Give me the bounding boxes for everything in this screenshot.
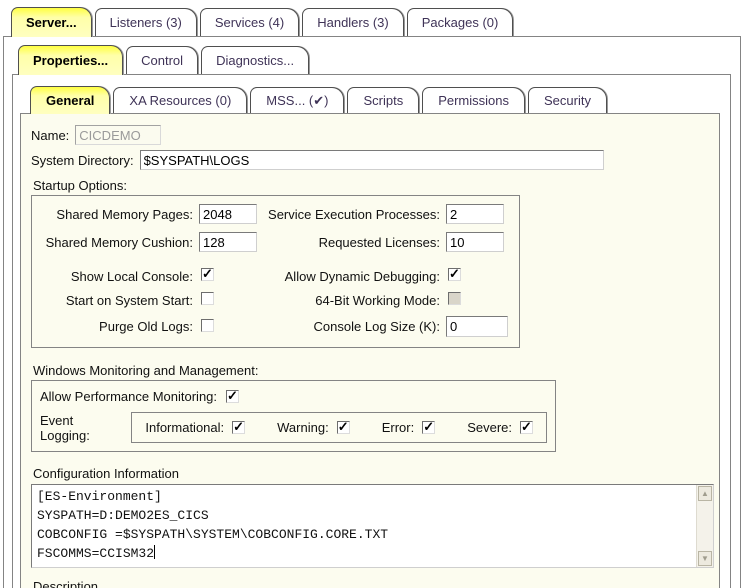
event-logging-group: Informational: ✓ Warning: ✓ Error: ✓ Sev…: [131, 412, 547, 443]
scroll-down-button[interactable]: ▼: [698, 551, 712, 566]
requested-licenses-input[interactable]: [446, 232, 504, 252]
shared-memory-pages-input[interactable]: [199, 204, 257, 224]
error-label: Error:: [382, 420, 415, 435]
allow-dynamic-debugging-checkbox[interactable]: ✓: [448, 268, 461, 281]
informational-item: Informational: ✓: [145, 420, 245, 435]
purge-old-logs-label: Purge Old Logs:: [34, 319, 199, 334]
console-log-size-input[interactable]: [446, 316, 508, 337]
show-local-console-label: Show Local Console:: [34, 269, 199, 284]
start-on-system-start-checkbox[interactable]: [201, 292, 214, 305]
startup-options-group: Shared Memory Pages: Service Execution P…: [31, 195, 520, 348]
monitoring-group: Allow Performance Monitoring: ✓ Event Lo…: [31, 380, 556, 452]
console-log-size-label: Console Log Size (K):: [261, 319, 446, 334]
general-tab-bar: General XA Resources (0) MSS... (✔) Scri…: [30, 86, 607, 114]
check-icon: ✓: [202, 266, 213, 282]
severe-item: Severe: ✓: [467, 420, 533, 435]
tab-permissions[interactable]: Permissions: [422, 87, 525, 113]
service-execution-processes-input[interactable]: [446, 204, 504, 224]
64bit-working-mode-label: 64-Bit Working Mode:: [261, 293, 446, 308]
tab-diagnostics[interactable]: Diagnostics...: [201, 46, 309, 74]
shared-memory-cushion-label: Shared Memory Cushion:: [34, 235, 199, 250]
name-label: Name:: [31, 128, 69, 143]
tab-handlers[interactable]: Handlers (3): [302, 8, 404, 36]
show-local-console-checkbox[interactable]: ✓: [201, 268, 214, 281]
64bit-working-mode-checkbox: [448, 292, 461, 305]
tab-security[interactable]: Security: [528, 87, 607, 113]
warning-checkbox[interactable]: ✓: [337, 421, 350, 434]
scroll-up-button[interactable]: ▲: [698, 486, 712, 501]
check-icon: ✓: [338, 419, 349, 435]
system-directory-row: System Directory:: [31, 150, 707, 170]
allow-performance-monitoring-label: Allow Performance Monitoring:: [40, 389, 217, 404]
allow-performance-monitoring-checkbox[interactable]: ✓: [226, 390, 239, 403]
monitoring-title: Windows Monitoring and Management:: [33, 363, 707, 378]
allow-dynamic-debugging-label: Allow Dynamic Debugging:: [261, 269, 446, 284]
informational-checkbox[interactable]: ✓: [232, 421, 245, 434]
tab-listeners[interactable]: Listeners (3): [95, 8, 197, 36]
severe-label: Severe:: [467, 420, 512, 435]
configuration-textarea[interactable]: [ES-Environment]SYSPATH=D:DEMO2ES_CICSCO…: [31, 484, 714, 568]
scroll-up-icon: ▲: [701, 489, 709, 498]
tab-xa-resources[interactable]: XA Resources (0): [113, 87, 247, 113]
server-tab-bar: Server... Listeners (3) Services (4) Han…: [11, 6, 513, 37]
event-logging-row: Event Logging: Informational: ✓ Warning:…: [40, 412, 547, 443]
check-icon: ✓: [233, 419, 244, 435]
name-input: [75, 125, 161, 145]
name-row: Name:: [31, 125, 707, 145]
tab-server[interactable]: Server...: [11, 7, 92, 37]
requested-licenses-label: Requested Licenses:: [261, 235, 446, 250]
text-caret: [154, 545, 155, 559]
tab-control[interactable]: Control: [126, 46, 198, 74]
warning-item: Warning: ✓: [277, 420, 350, 435]
server-properties-page: Server... Listeners (3) Services (4) Han…: [0, 0, 750, 588]
tab-packages[interactable]: Packages (0): [407, 8, 514, 36]
system-directory-input[interactable]: [140, 150, 604, 170]
service-execution-processes-label: Service Execution Processes:: [261, 207, 446, 222]
vertical-scrollbar[interactable]: ▲ ▼: [696, 485, 713, 567]
properties-tab-bar: Properties... Control Diagnostics...: [18, 44, 309, 75]
tab-services[interactable]: Services (4): [200, 8, 299, 36]
tab-scripts[interactable]: Scripts: [347, 87, 419, 113]
tab-properties[interactable]: Properties...: [18, 45, 123, 75]
configuration-text: [ES-Environment]SYSPATH=D:DEMO2ES_CICSCO…: [33, 486, 695, 566]
error-checkbox[interactable]: ✓: [422, 421, 435, 434]
startup-options-title: Startup Options:: [33, 178, 707, 193]
check-icon: ✓: [449, 266, 460, 282]
description-label: Description: [33, 579, 707, 588]
purge-old-logs-checkbox[interactable]: [201, 319, 214, 332]
scroll-down-icon: ▼: [701, 554, 709, 563]
informational-label: Informational:: [145, 420, 224, 435]
event-logging-label: Event Logging:: [40, 413, 122, 443]
check-icon: ✓: [227, 388, 238, 404]
general-panel: Name: System Directory: Startup Options:…: [20, 113, 720, 588]
allow-performance-monitoring-row: Allow Performance Monitoring: ✓: [40, 389, 547, 404]
tab-general[interactable]: General: [30, 86, 110, 114]
error-item: Error: ✓: [382, 420, 436, 435]
severe-checkbox[interactable]: ✓: [520, 421, 533, 434]
shared-memory-pages-label: Shared Memory Pages:: [34, 207, 199, 222]
check-icon: ✓: [423, 419, 434, 435]
tab-mss[interactable]: MSS... (✔): [250, 87, 344, 113]
start-on-system-start-label: Start on System Start:: [34, 293, 199, 308]
warning-label: Warning:: [277, 420, 329, 435]
system-directory-label: System Directory:: [31, 153, 134, 168]
shared-memory-cushion-input[interactable]: [199, 232, 257, 252]
configuration-information-label: Configuration Information: [33, 466, 707, 481]
check-icon: ✓: [521, 419, 532, 435]
